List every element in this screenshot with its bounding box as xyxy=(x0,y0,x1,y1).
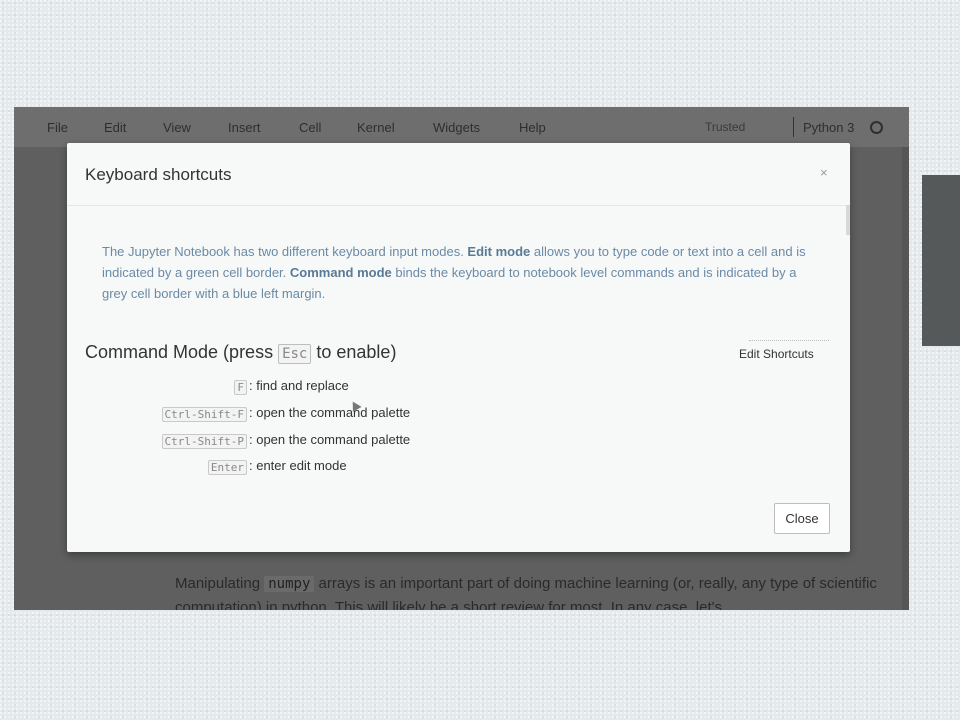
menu-help[interactable]: Help xyxy=(519,120,546,135)
menu-view[interactable]: View xyxy=(163,120,191,135)
shortcut-row: Ctrl-Shift-P : open the command palette xyxy=(67,431,667,451)
shortcut-description: : open the command palette xyxy=(249,405,411,420)
shortcut-description: : enter edit mode xyxy=(249,458,347,473)
shortcut-key: F xyxy=(234,380,247,395)
close-button[interactable]: Close xyxy=(774,503,830,534)
trusted-indicator[interactable]: Trusted xyxy=(705,120,745,134)
shortcut-key: Ctrl-Shift-F xyxy=(161,407,247,422)
intro-command-mode: Command mode xyxy=(289,265,392,280)
side-panel xyxy=(922,175,960,346)
shortcut-row: F : find and replace xyxy=(67,377,667,397)
notebook-text-before: Manipulating xyxy=(175,575,265,592)
menu-insert[interactable]: Insert xyxy=(228,120,261,135)
menu-kernel[interactable]: Kernel xyxy=(357,120,395,135)
shortcut-row: Enter : enter edit mode xyxy=(67,457,667,477)
shortcut-key: Enter xyxy=(207,460,247,475)
intro-text-1: The Jupyter Notebook has two different k… xyxy=(102,244,468,259)
menubar: File Edit View Insert Cell Kernel Widget… xyxy=(14,107,909,147)
heading-suffix: to enable) xyxy=(311,342,397,362)
intro-edit-mode: Edit mode xyxy=(467,244,531,259)
heading-prefix: Command Mode (press xyxy=(85,342,279,362)
menu-edit[interactable]: Edit xyxy=(104,120,126,135)
esc-key: Esc xyxy=(278,344,312,364)
shortcut-row: Ctrl-Shift-F : open the command palette xyxy=(67,404,667,424)
menu-widgets[interactable]: Widgets xyxy=(433,120,480,135)
edit-shortcuts-link[interactable]: Edit Shortcuts xyxy=(739,347,814,361)
menu-file[interactable]: File xyxy=(47,120,68,135)
inline-code-numpy: numpy xyxy=(264,576,315,592)
menubar-divider xyxy=(793,117,794,137)
menu-cell[interactable]: Cell xyxy=(299,120,321,135)
notebook-markdown-cell: Manipulating numpy arrays is an importan… xyxy=(175,572,895,610)
command-mode-heading: Command Mode (press Esc to enable) xyxy=(85,342,397,364)
keyboard-shortcuts-dialog: Keyboard shortcuts × The Jupyter Noteboo… xyxy=(67,143,850,552)
dialog-header: Keyboard shortcuts × xyxy=(67,143,850,206)
dialog-scrollbar[interactable] xyxy=(846,205,850,235)
shortcut-description: : find and replace xyxy=(249,378,349,393)
shortcut-key: Ctrl-Shift-P xyxy=(161,434,247,449)
kernel-name[interactable]: Python 3 xyxy=(803,120,854,135)
notebook-scrollbar[interactable] xyxy=(902,147,909,610)
kernel-status-icon xyxy=(870,121,883,134)
edit-shortcuts-divider xyxy=(749,340,829,341)
shortcut-description: : open the command palette xyxy=(249,432,411,447)
dialog-title: Keyboard shortcuts xyxy=(85,165,232,184)
close-icon[interactable]: × xyxy=(820,165,828,180)
mode-description: The Jupyter Notebook has two different k… xyxy=(102,241,817,304)
